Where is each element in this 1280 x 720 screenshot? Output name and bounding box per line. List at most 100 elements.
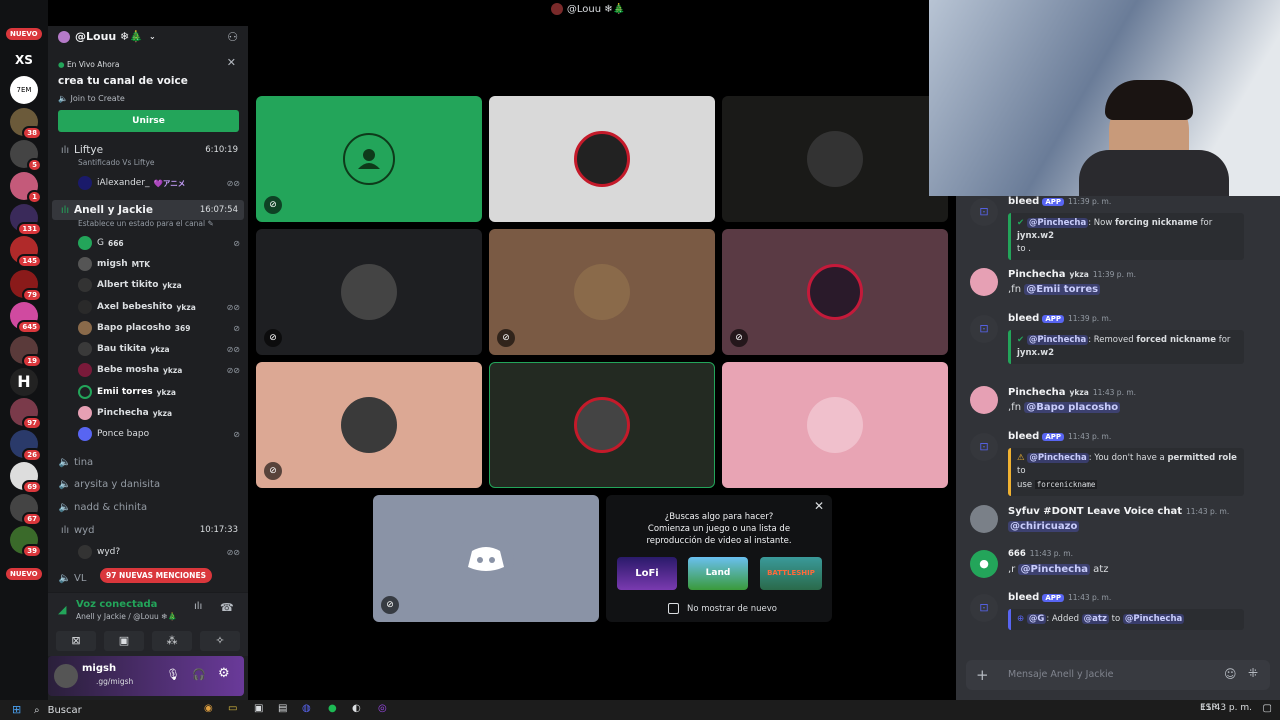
disconnect-icon[interactable]: ☎	[220, 601, 234, 614]
video-tile[interactable]: ⊘	[489, 229, 715, 355]
chat-panel: ⊡ bleed APP 11:39 p. m. ✔ @Pinchecha: Now …	[956, 196, 1280, 700]
game-card[interactable]: LoFi	[617, 557, 677, 590]
app-icon[interactable]: ▤	[278, 703, 287, 714]
server-icon[interactable]: 97	[10, 398, 42, 430]
close-icon[interactable]: ✕	[227, 56, 236, 69]
server-icon[interactable]: 38	[10, 108, 42, 140]
voice-user[interactable]: iAlexander_ 💜アニメ ⊘⊘	[78, 173, 248, 193]
camera-off-button[interactable]: ⊠	[56, 631, 96, 651]
avatar	[807, 264, 863, 320]
muted-icon: ⊘⊘	[226, 178, 240, 188]
server-icon[interactable]: 645	[10, 302, 42, 334]
game-card[interactable]: Land	[688, 557, 748, 590]
taskbar-search[interactable]: ⌕ Buscar	[26, 701, 196, 719]
voice-channel[interactable]: 🔈 nadd & chinita	[48, 497, 248, 517]
voice-user[interactable]: G 666 ⊘	[78, 233, 248, 253]
voice-user[interactable]: Bapo placosho 369 ⊘	[78, 318, 248, 338]
chrome-icon[interactable]: ◉	[204, 703, 213, 714]
server-icon[interactable]: XS	[10, 46, 38, 74]
server-icon[interactable]: 79	[10, 270, 42, 302]
clock[interactable]: 11:43 p. m.	[1200, 703, 1252, 713]
checkbox[interactable]	[668, 603, 679, 614]
voice-channel-anell-y-jackie[interactable]: ılı Anell y Jackie 16:07:54	[52, 200, 244, 220]
plus-icon[interactable]: +	[976, 666, 989, 684]
video-tile[interactable]: ⊘	[373, 495, 599, 622]
video-tile[interactable]	[722, 362, 948, 488]
voice-user[interactable]: migsh MTK	[78, 254, 248, 274]
voice-channel-wyd[interactable]: ılı wyd 10:17:33	[48, 520, 248, 540]
message-header: bleed APP 11:43 p. m.	[1008, 592, 1112, 603]
video-tile[interactable]	[489, 362, 715, 488]
voice-user[interactable]: Ponce bapo ⊘	[78, 424, 248, 444]
apps-icon[interactable]: ⁜	[1248, 666, 1258, 680]
voice-user[interactable]: Emii torres ykza	[78, 382, 248, 402]
voice-active-icon: ılı	[60, 204, 70, 216]
join-button[interactable]: Unirse	[58, 110, 239, 132]
discord-icon[interactable]: ◍	[302, 703, 311, 714]
video-tile[interactable]: ⊘	[256, 229, 482, 355]
muted-icon: ⊘	[233, 323, 240, 333]
windows-start-icon[interactable]: ⊞	[12, 703, 21, 716]
mentions-badge[interactable]: 97 NUEVAS MENCIONES	[100, 568, 212, 583]
server-icon[interactable]: 26	[10, 430, 42, 462]
notification-icon[interactable]: ▢	[1263, 703, 1272, 714]
video-tile[interactable]: ⊘	[256, 362, 482, 488]
server-icon[interactable]: 145	[10, 236, 42, 268]
video-tile[interactable]: ⊘	[256, 96, 482, 222]
voice-channel[interactable]: 🔈 arysita y danisita	[48, 474, 248, 494]
gear-icon[interactable]: ⚙	[218, 666, 230, 681]
avatar	[970, 505, 998, 533]
channel-status[interactable]: Establece un estado para el canal ✎	[78, 219, 214, 228]
avatar	[458, 530, 514, 587]
server-icon[interactable]: 1	[10, 172, 42, 204]
activity-button[interactable]: ⁂	[152, 631, 192, 651]
server-icon[interactable]: 19	[10, 336, 42, 368]
noise-icon[interactable]: ılı	[194, 601, 202, 612]
avatar	[78, 176, 92, 190]
message-input[interactable]: + Mensaje Anell y Jackie ☺ ⁜	[966, 660, 1270, 690]
screen-share-button[interactable]: ▣	[104, 631, 144, 651]
server-icon[interactable]: 131	[10, 204, 42, 236]
add-member-icon[interactable]: ⚇	[227, 30, 238, 44]
soundboard-button[interactable]: ✧	[200, 631, 240, 651]
voice-user[interactable]: Axel bebeshito ykza ⊘⊘	[78, 297, 248, 317]
activity-icon: ⁂	[166, 634, 178, 647]
dont-show-again[interactable]: No mostrar de nuevo	[668, 603, 777, 614]
obs-icon[interactable]: ◎	[378, 703, 387, 714]
voice-user[interactable]: wyd? ⊘⊘	[78, 542, 248, 562]
server-icon[interactable]: H	[10, 368, 38, 396]
voice-channel-liftye[interactable]: ılı Liftye 6:10:19	[48, 140, 248, 160]
signal-icon: ◢	[58, 603, 67, 616]
voice-user[interactable]: Albert tikito ykza	[78, 275, 248, 295]
server-icon[interactable]: 67	[10, 494, 42, 526]
voice-user[interactable]: Bau tikita ykza ⊘⊘	[78, 339, 248, 359]
server-header[interactable]: @Louu ❄🎄 ⌄	[58, 30, 156, 43]
spotify-icon[interactable]: ●	[328, 703, 337, 714]
server-icon[interactable]: 39	[10, 526, 42, 558]
server-rail: NUEVO XS 7EM 38 5 1 131 145 79 645 19 H …	[0, 0, 48, 700]
mic-icon[interactable]: 🎙	[166, 668, 180, 681]
server-icon[interactable]: 7EM	[10, 76, 38, 104]
game-card[interactable]: BATTLESHIP	[760, 557, 822, 590]
screen-share-icon: ▣	[118, 634, 130, 647]
voice-channel[interactable]: 🔈 tina	[48, 452, 248, 472]
user-status: .gg/migsh	[96, 677, 134, 686]
message-placeholder: Mensaje Anell y Jackie	[1008, 669, 1114, 680]
server-icon[interactable]: 69	[10, 462, 42, 494]
server-icon[interactable]: 5	[10, 140, 42, 172]
emoji-icon[interactable]: ☺	[1224, 667, 1237, 681]
folder-icon[interactable]: ▭	[228, 703, 237, 714]
video-tile[interactable]	[722, 96, 948, 222]
streamer-hair	[1105, 80, 1193, 120]
video-tile[interactable]	[489, 96, 715, 222]
voice-user[interactable]: Pinchecha ykza	[78, 403, 248, 423]
steam-icon[interactable]: ◐	[352, 703, 361, 714]
avatar[interactable]	[54, 664, 78, 688]
store-icon[interactable]: ▣	[254, 703, 263, 714]
streamer-shirt	[1079, 150, 1229, 196]
video-tile[interactable]: ⊘	[722, 229, 948, 355]
bot-avatar: ⊡	[970, 198, 998, 226]
voice-user[interactable]: Bebe mosha ykza ⊘⊘	[78, 360, 248, 380]
headphones-icon[interactable]: 🎧	[192, 668, 206, 681]
voice-channel-path[interactable]: Anell y Jackie / @Louu ❄🎄	[76, 612, 177, 621]
